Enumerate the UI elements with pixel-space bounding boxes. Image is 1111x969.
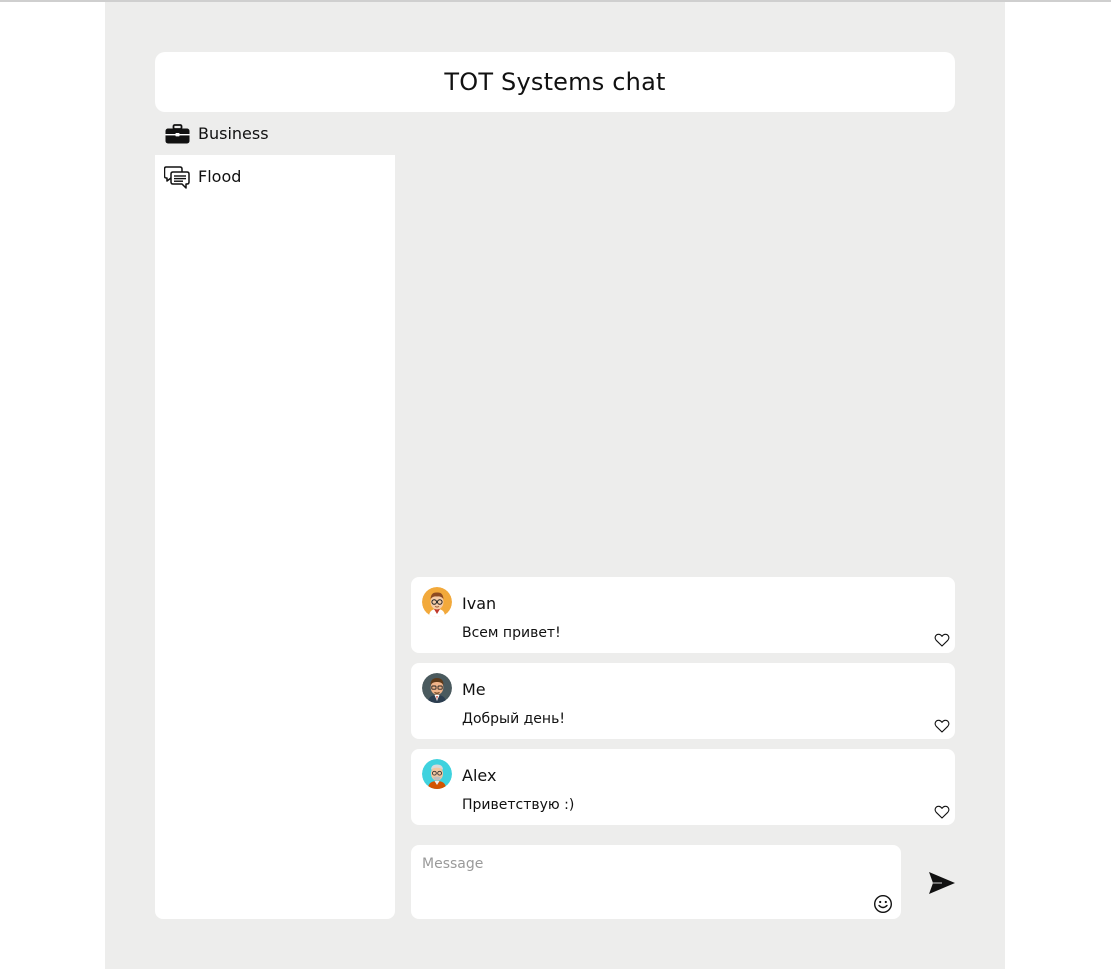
message-text: Добрый день! <box>462 711 565 727</box>
channel-item-business[interactable]: Business <box>155 112 395 155</box>
chat-bubbles-icon <box>164 165 190 189</box>
channel-item-flood[interactable]: Flood <box>155 155 395 198</box>
heart-icon[interactable] <box>934 804 950 820</box>
message-text: Приветствую :) <box>462 797 575 813</box>
message-card: Ivan Всем привет! <box>411 577 955 653</box>
heart-icon[interactable] <box>934 632 950 648</box>
send-icon[interactable] <box>928 870 956 896</box>
heart-icon[interactable] <box>934 718 950 734</box>
message-composer <box>411 845 901 919</box>
avatar-ivan <box>422 587 452 617</box>
chat-page: TOT Systems chat Business Flood Ivan Все… <box>105 2 1005 969</box>
page-title: TOT Systems chat <box>444 68 666 96</box>
channel-label: Business <box>198 124 269 143</box>
avatar-me <box>422 673 452 703</box>
message-author: Me <box>462 680 486 699</box>
message-card: Alex Приветствую :) <box>411 749 955 825</box>
briefcase-icon <box>164 122 190 146</box>
channel-sidebar: Business Flood <box>155 112 395 919</box>
chat-header: TOT Systems chat <box>155 52 955 112</box>
smiley-icon[interactable] <box>873 894 893 914</box>
message-author: Alex <box>462 766 497 785</box>
message-text: Всем привет! <box>462 625 561 641</box>
message-author: Ivan <box>462 594 497 613</box>
sidebar-panel <box>155 198 395 919</box>
avatar-alex <box>422 759 452 789</box>
message-input[interactable] <box>411 845 901 919</box>
channel-label: Flood <box>198 167 242 186</box>
message-card: Me Добрый день! <box>411 663 955 739</box>
